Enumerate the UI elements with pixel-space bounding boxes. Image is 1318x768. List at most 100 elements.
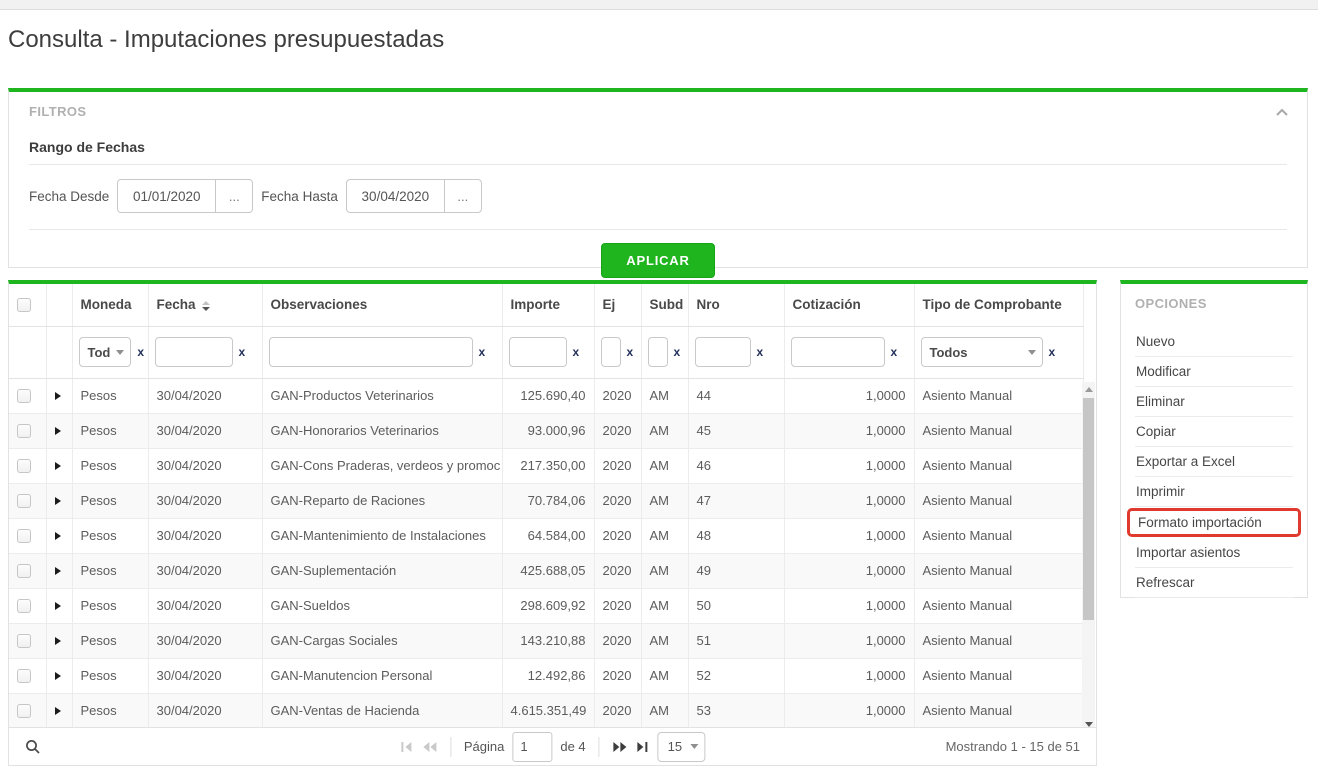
row-checkbox[interactable]: [17, 494, 31, 509]
cell-nro: 47: [688, 483, 785, 519]
option-item-label: Imprimir: [1136, 484, 1185, 499]
ej-filter-input[interactable]: [600, 337, 621, 367]
fecha-filter-input[interactable]: [154, 337, 233, 367]
clear-moneda-filter[interactable]: x: [137, 345, 144, 359]
fecha-hasta-input[interactable]: [345, 179, 444, 213]
clear-fecha-filter[interactable]: x: [239, 345, 246, 359]
cell-importe: 4.615.351,49: [502, 693, 595, 729]
table-row[interactable]: Pesos 30/04/2020 GAN-Sueldos 298.609,92 …: [9, 588, 1084, 624]
table-row[interactable]: Pesos 30/04/2020 GAN-Honorarios Veterina…: [9, 413, 1084, 449]
column-header-subd[interactable]: Subd: [641, 284, 689, 327]
column-header-importe[interactable]: Importe: [502, 284, 595, 327]
table-row[interactable]: Pesos 30/04/2020 GAN-Productos Veterinar…: [9, 378, 1084, 414]
column-header-observaciones[interactable]: Observaciones: [262, 284, 503, 327]
option-item[interactable]: Modificar: [1135, 357, 1293, 387]
column-header-tipo-comprobante[interactable]: Tipo de Comprobante: [914, 284, 1084, 327]
row-checkbox[interactable]: [17, 599, 31, 614]
expand-row-icon[interactable]: [54, 637, 61, 645]
vertical-scrollbar[interactable]: [1082, 382, 1095, 732]
cotizacion-filter-input[interactable]: [790, 337, 885, 367]
clear-importe-filter[interactable]: x: [573, 345, 580, 359]
cell-fecha: 30/04/2020: [148, 378, 263, 414]
cell-subd: AM: [641, 553, 689, 589]
column-header-moneda[interactable]: Moneda: [72, 284, 149, 327]
option-item[interactable]: Imprimir: [1135, 477, 1293, 507]
option-item[interactable]: Importar asientos: [1135, 538, 1293, 568]
fecha-desde-input[interactable]: [117, 179, 216, 213]
cell-nro: 48: [688, 518, 785, 554]
page-number-input[interactable]: [512, 731, 553, 762]
subd-filter-input[interactable]: [647, 337, 668, 367]
first-page-button[interactable]: [400, 741, 413, 753]
top-bar: [0, 0, 1318, 10]
option-item[interactable]: Formato importación: [1127, 508, 1301, 537]
table-row[interactable]: Pesos 30/04/2020 GAN-Reparto de Raciones…: [9, 483, 1084, 519]
scrollbar-thumb[interactable]: [1083, 398, 1094, 620]
cell-cotizacion: 1,0000: [784, 588, 915, 624]
row-checkbox[interactable]: [17, 564, 31, 579]
expand-row-icon[interactable]: [54, 707, 61, 715]
table-row[interactable]: Pesos 30/04/2020 GAN-Manutencion Persona…: [9, 658, 1084, 694]
collapse-panel-icon[interactable]: [1275, 104, 1289, 122]
row-checkbox[interactable]: [17, 424, 31, 439]
tipo-comprobante-filter-select[interactable]: Todos: [920, 337, 1043, 367]
expand-row-icon[interactable]: [54, 497, 61, 505]
clear-tipo-filter[interactable]: x: [1049, 345, 1056, 359]
table-row[interactable]: Pesos 30/04/2020 GAN-Cons Praderas, verd…: [9, 448, 1084, 484]
scroll-up-arrow[interactable]: [1085, 387, 1093, 392]
aplicar-button[interactable]: APLICAR: [601, 243, 715, 278]
expand-row-icon[interactable]: [54, 532, 61, 540]
column-header-nro[interactable]: Nro: [688, 284, 785, 327]
row-checkbox[interactable]: [17, 704, 31, 719]
moneda-filter-select[interactable]: Tod: [78, 337, 132, 367]
row-checkbox[interactable]: [17, 669, 31, 684]
option-item[interactable]: Copiar: [1135, 417, 1293, 447]
select-all-checkbox[interactable]: [17, 298, 31, 313]
clear-subd-filter[interactable]: x: [674, 345, 681, 359]
search-icon[interactable]: [25, 739, 41, 755]
expand-row-icon[interactable]: [54, 427, 61, 435]
cell-importe: 12.492,86: [502, 658, 595, 694]
column-header-fecha[interactable]: Fecha: [148, 284, 263, 327]
clear-ej-filter[interactable]: x: [627, 345, 634, 359]
cell-cotizacion: 1,0000: [784, 483, 915, 519]
column-header-cotizacion[interactable]: Cotización: [784, 284, 915, 327]
cell-importe: 125.690,40: [502, 378, 595, 414]
option-item[interactable]: Refrescar: [1135, 568, 1293, 598]
clear-cotizacion-filter[interactable]: x: [891, 345, 898, 359]
previous-page-button[interactable]: [421, 741, 437, 753]
expand-row-icon[interactable]: [54, 392, 61, 400]
fecha-desde-picker-button[interactable]: ...: [215, 179, 254, 213]
observaciones-filter-input[interactable]: [268, 337, 473, 367]
column-header-ej[interactable]: Ej: [594, 284, 642, 327]
option-item[interactable]: Exportar a Excel: [1135, 447, 1293, 477]
cell-nro: 50: [688, 588, 785, 624]
page-size-select[interactable]: 15: [657, 731, 706, 762]
expand-row-icon[interactable]: [54, 672, 61, 680]
expand-row-icon[interactable]: [54, 602, 61, 610]
last-page-button[interactable]: [637, 741, 650, 753]
table-row[interactable]: Pesos 30/04/2020 GAN-Suplementación 425.…: [9, 553, 1084, 589]
fecha-hasta-picker-button[interactable]: ...: [443, 179, 482, 213]
table-row[interactable]: Pesos 30/04/2020 GAN-Cargas Sociales 143…: [9, 623, 1084, 659]
row-checkbox[interactable]: [17, 634, 31, 649]
cell-cotizacion: 1,0000: [784, 553, 915, 589]
cell-subd: AM: [641, 448, 689, 484]
option-item[interactable]: Eliminar: [1135, 387, 1293, 417]
clear-observaciones-filter[interactable]: x: [479, 345, 486, 359]
expand-row-icon[interactable]: [54, 462, 61, 470]
table-row[interactable]: Pesos 30/04/2020 GAN-Mantenimiento de In…: [9, 518, 1084, 554]
row-checkbox[interactable]: [17, 459, 31, 474]
clear-nro-filter[interactable]: x: [757, 345, 764, 359]
row-checkbox[interactable]: [17, 389, 31, 404]
option-item[interactable]: Nuevo: [1135, 327, 1293, 357]
nro-filter-input[interactable]: [694, 337, 751, 367]
expand-row-icon[interactable]: [54, 567, 61, 575]
row-checkbox[interactable]: [17, 529, 31, 544]
table-row[interactable]: Pesos 30/04/2020 GAN-Ventas de Hacienda …: [9, 693, 1084, 729]
importe-filter-input[interactable]: [508, 337, 567, 367]
cell-moneda: Pesos: [72, 378, 149, 414]
cell-importe: 93.000,96: [502, 413, 595, 449]
next-page-button[interactable]: [613, 741, 629, 753]
cell-fecha: 30/04/2020: [148, 588, 263, 624]
